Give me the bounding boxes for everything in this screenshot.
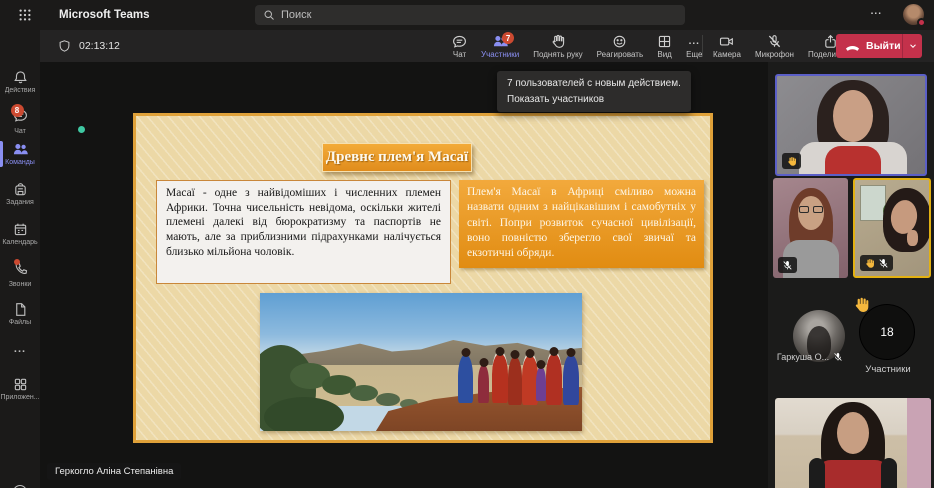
presentation-stage: Древнє плем'я Масаї Масаї - одне з найві… [40, 62, 768, 488]
mic-muted-icon [878, 258, 889, 269]
sidebar-item-calls[interactable]: Звонки [0, 255, 40, 293]
bell-icon [13, 71, 27, 84]
camera-icon [720, 37, 734, 45]
more-button[interactable]: ... Еще [679, 30, 709, 62]
more-icon: ... [13, 343, 27, 355]
tooltip-line1: 7 пользователей с новым действием. [507, 78, 681, 89]
participants-button[interactable]: 7 Участники [474, 30, 526, 62]
leave-button[interactable]: Выйти [836, 34, 922, 58]
slide-text-right: Плем'я Масаї в Африці сміливо можна назв… [459, 180, 704, 268]
raise-hand-button[interactable]: Поднять руку [526, 30, 589, 62]
tooltip-line2: Показать участников [507, 93, 605, 105]
sidebar-item-assignments[interactable]: Задания [0, 175, 40, 213]
sidebar-item-apps[interactable]: Приложен... [0, 370, 40, 408]
react-button[interactable]: Реагировать [590, 30, 650, 62]
raised-hand-icon [852, 296, 870, 314]
teams-window: Microsoft Teams Поиск ... Действия 8 Чат… [0, 0, 934, 488]
status-badge [917, 18, 926, 27]
sidebar-item-files[interactable]: Файлы [0, 295, 40, 333]
curtain [907, 398, 931, 488]
glasses-icon [799, 206, 809, 213]
chat-bubble-icon [453, 35, 466, 48]
left-rail: Действия 8 Чат Команды Задания Календарь… [0, 30, 40, 488]
smiley-icon [614, 35, 626, 47]
chat-badge: 8 [10, 103, 24, 117]
raised-hand-badge [782, 153, 801, 169]
participants-badge: 7 [502, 32, 515, 44]
participant-name: Гаркуша О... [768, 352, 852, 362]
hangup-icon [845, 45, 860, 51]
presenter-name-label: Геркогло Аліна Степанівна [47, 463, 182, 480]
raise-hand-icon [553, 34, 565, 48]
chat-button[interactable]: Чат [445, 30, 474, 62]
sidebar-item-calendar[interactable]: Календарь [0, 215, 40, 253]
user-avatar[interactable] [903, 4, 926, 27]
app-launcher-icon[interactable] [18, 8, 32, 22]
active-indicator [0, 141, 3, 167]
calendar-icon [14, 223, 26, 236]
sidebar-item-teams[interactable]: Команды [0, 135, 40, 173]
annotation-dot [78, 126, 85, 133]
view-button[interactable]: Вид [650, 30, 679, 62]
shield-icon [59, 40, 70, 52]
presentation-slide: Древнє плем'я Масаї Масаї - одне з найві… [133, 113, 713, 443]
mic-muted-icon [782, 260, 793, 271]
file-icon [15, 303, 25, 316]
mic-muted-icon [833, 352, 843, 362]
participants-panel: Гаркуша О... 18 Участники [768, 62, 934, 488]
apps-icon [14, 378, 26, 391]
toolbar-divider [702, 35, 703, 57]
calls-badge [13, 258, 20, 265]
backpack-icon [14, 183, 26, 196]
meeting-toolbar: 02:13:12 Чат 7 Участники Поднять руку Ре… [40, 30, 934, 62]
search-icon [264, 10, 274, 20]
ellipsis-icon: ... [688, 35, 700, 47]
participants-count-label: Участники [865, 364, 911, 375]
hand-icon [864, 258, 875, 269]
mic-button[interactable]: Микрофон [748, 30, 801, 62]
app-title: Microsoft Teams [59, 9, 150, 21]
title-bar: Microsoft Teams Поиск ... [0, 0, 934, 30]
timer-value: 02:13:12 [79, 40, 120, 52]
search-placeholder: Поиск [281, 9, 312, 21]
video-tile-4[interactable] [775, 398, 931, 488]
camera-button[interactable]: Камера [706, 30, 748, 62]
mic-muted-icon [768, 34, 781, 47]
sidebar-item-help[interactable]: ? Справка [0, 477, 40, 488]
hand-icon [786, 156, 797, 167]
help-icon: ? [13, 484, 27, 488]
sidebar-item-activity[interactable]: Действия [0, 63, 40, 101]
toolbar-center-group: Чат 7 Участники Поднять руку Реагировать… [445, 30, 709, 62]
titlebar-more-button[interactable]: ... [871, 6, 882, 17]
teams-icon [13, 143, 28, 155]
search-input[interactable]: Поиск [255, 5, 685, 25]
video-tile-2[interactable] [773, 178, 848, 278]
sidebar-item-more[interactable]: ... [0, 330, 40, 368]
participants-tooltip: 7 пользователей с новым действием. Показ… [497, 71, 691, 112]
meeting-timer: 02:13:12 [58, 30, 120, 62]
video-tile-1[interactable] [775, 74, 927, 176]
slide-text-left: Масаї - одне з найвідоміших і численних … [156, 180, 451, 284]
grid-view-icon [658, 35, 671, 47]
slide-title: Древнє плем'я Масаї [322, 143, 472, 172]
video-tile-3[interactable] [853, 178, 931, 278]
leave-options-chevron[interactable] [902, 34, 922, 58]
slide-photo-maasai [260, 293, 582, 431]
tile3-badges [860, 255, 893, 271]
chevron-down-icon [909, 44, 916, 48]
mic-muted-badge [778, 257, 797, 273]
